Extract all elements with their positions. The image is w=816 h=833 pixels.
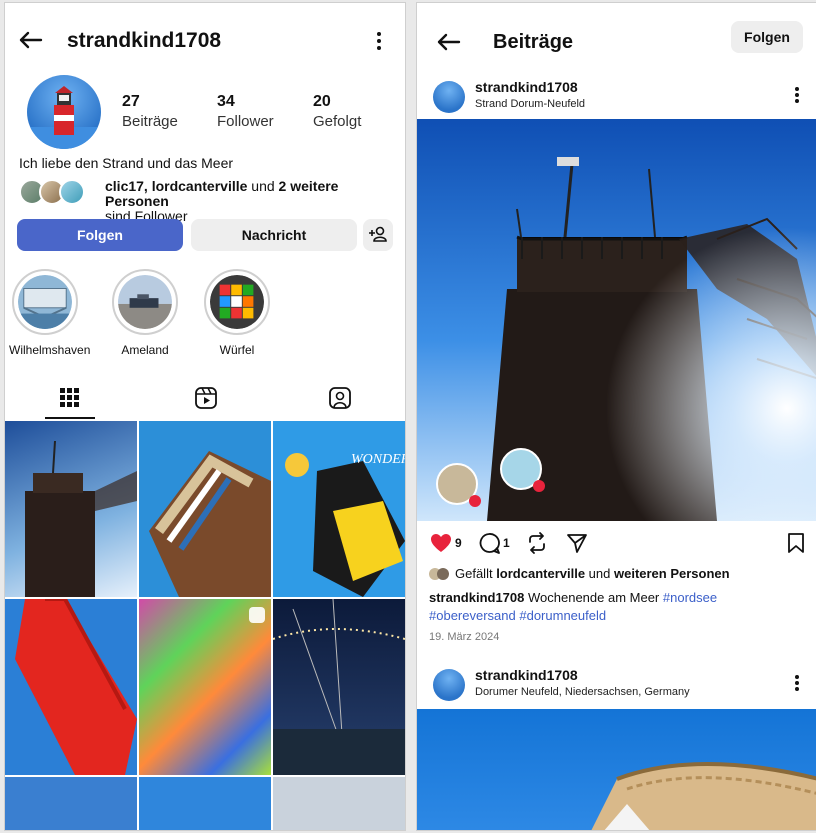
post-actions: 9 1 (417, 527, 816, 559)
followed-by-names: clic17, lordcanterville (105, 178, 248, 194)
liker-avatar (437, 568, 449, 580)
grid-post[interactable] (273, 599, 405, 775)
liked-connector: und (585, 566, 614, 581)
highlight-image (118, 275, 172, 329)
highlight-ameland[interactable]: Ameland (109, 269, 181, 357)
followed-by-text: clic17, lordcanterville und 2 weitere Pe… (105, 179, 399, 224)
followed-by-connector: und (247, 178, 279, 194)
highlight-image (210, 275, 264, 329)
stat-following[interactable]: 20 Gefolgt (313, 93, 361, 130)
post-header: strandkind1708 Dorumer Neufeld, Niedersa… (417, 663, 816, 709)
post-username[interactable]: strandkind1708 (475, 667, 578, 683)
grid-post[interactable]: WONDER (273, 421, 405, 597)
tagged-icon[interactable] (325, 383, 355, 413)
grid-post[interactable] (139, 777, 271, 830)
heart-icon[interactable] (429, 531, 453, 555)
likes-count[interactable]: 9 (455, 536, 462, 550)
posts-screen: Beiträge Folgen strandkind1708 Strand Do… (416, 2, 816, 831)
more-options-icon[interactable] (789, 673, 805, 697)
post-caption: strandkind1708 Wochenende am Meer #nords… (429, 589, 809, 625)
page-title: Beiträge (493, 31, 574, 53)
grid-icon[interactable] (55, 383, 85, 413)
highlight-ring (12, 269, 78, 335)
liked-others[interactable]: weiteren Personen (614, 566, 730, 581)
profile-tabs (5, 373, 405, 419)
hashtag-link[interactable]: #obereversand (429, 608, 516, 623)
followers-label: Follower (217, 113, 274, 130)
more-options-icon[interactable] (789, 85, 805, 109)
post-location[interactable]: Dorumer Neufeld, Niedersachsen, Germany (475, 686, 690, 698)
highlight-label: Würfel (219, 343, 255, 357)
highlight-wilhelmshaven[interactable]: Wilhelmshaven (9, 269, 91, 357)
highlight-label: Wilhelmshaven (9, 343, 91, 357)
follower-avatar (59, 179, 85, 205)
profile-screen: strandkind1708 27 Beiträge 34 Follower 2… (4, 2, 406, 831)
liked-prefix: Gefällt (455, 566, 497, 581)
highlight-image (18, 275, 72, 329)
stat-followers[interactable]: 34 Follower (217, 93, 274, 130)
grid-post[interactable] (5, 777, 137, 830)
repost-icon[interactable] (525, 531, 549, 555)
post-avatar[interactable] (433, 81, 465, 113)
hashtag-link[interactable]: #nordsee (663, 590, 717, 605)
comment-icon[interactable] (477, 531, 501, 555)
grid-post[interactable] (139, 599, 271, 775)
post-header: strandkind1708 Strand Dorum-Neufeld (417, 75, 816, 121)
profile-username: strandkind1708 (67, 29, 222, 52)
highlight-ring (112, 269, 178, 335)
posts-count: 27 (122, 93, 140, 110)
add-user-icon (369, 226, 387, 242)
profile-avatar[interactable] (27, 75, 101, 149)
more-options-icon[interactable] (371, 29, 387, 53)
followers-count: 34 (217, 93, 235, 110)
hashtag-link[interactable]: #dorumneufeld (519, 608, 606, 623)
message-button[interactable]: Nachricht (191, 219, 357, 251)
post-avatar[interactable] (433, 669, 465, 701)
follow-button[interactable]: Folgen (731, 21, 803, 53)
comments-count[interactable]: 1 (503, 536, 510, 550)
post-date: 19. März 2024 (429, 631, 500, 643)
active-tab-indicator (45, 417, 95, 419)
grid-post[interactable] (139, 421, 271, 597)
caption-text: Wochenende am Meer (524, 590, 663, 605)
posts-label: Beiträge (122, 113, 178, 130)
back-arrow-icon[interactable] (15, 25, 45, 55)
followed-by-row[interactable]: clic17, lordcanterville und 2 weitere Pe… (19, 177, 399, 224)
highlight-wuerfel[interactable]: Würfel (201, 269, 273, 357)
post-image[interactable] (417, 119, 816, 521)
highlight-label: Ameland (121, 343, 169, 357)
following-count: 20 (313, 93, 331, 110)
svg-text:WONDER: WONDER (351, 452, 405, 467)
liked-name[interactable]: lordcanterville (496, 566, 585, 581)
share-icon[interactable] (565, 531, 589, 555)
bookmark-icon[interactable] (785, 531, 807, 555)
grid-post[interactable] (273, 777, 405, 830)
grid-post[interactable] (5, 421, 137, 597)
post-location[interactable]: Strand Dorum-Neufeld (475, 98, 585, 110)
highlight-ring (204, 269, 270, 335)
add-user-button[interactable] (363, 219, 393, 251)
liked-by-line[interactable]: Gefällt lordcanterville und weiteren Per… (429, 566, 730, 581)
post-image[interactable] (417, 709, 816, 830)
profile-header: strandkind1708 (5, 3, 405, 73)
caption-username[interactable]: strandkind1708 (429, 590, 524, 605)
reels-icon[interactable] (191, 383, 221, 413)
grid-post[interactable] (5, 599, 137, 775)
follow-button[interactable]: Folgen (17, 219, 183, 251)
back-arrow-icon[interactable] (433, 27, 463, 57)
post-username[interactable]: strandkind1708 (475, 79, 578, 95)
stat-posts[interactable]: 27 Beiträge (122, 93, 178, 130)
following-label: Gefolgt (313, 113, 362, 130)
profile-bio: Ich liebe den Strand und das Meer (19, 155, 234, 171)
